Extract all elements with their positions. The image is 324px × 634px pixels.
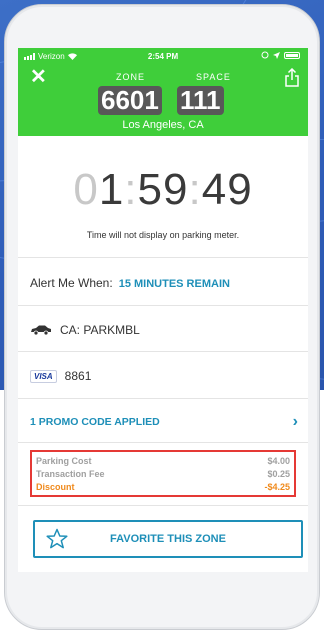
summary-label: Parking Cost bbox=[36, 456, 92, 466]
timer-hours: 1 bbox=[98, 165, 125, 214]
chevron-right-icon[interactable]: › bbox=[293, 413, 298, 431]
alert-value[interactable]: 15 MINUTES REMAIN bbox=[119, 278, 230, 290]
space-number: 111 bbox=[177, 86, 224, 115]
promo-row[interactable]: 1 PROMO CODE APPLIED › bbox=[18, 413, 308, 431]
summary-line: Parking Cost $4.00 bbox=[36, 455, 290, 468]
summary-amount: $0.25 bbox=[267, 469, 290, 479]
summary-line: Transaction Fee $0.25 bbox=[36, 468, 290, 481]
countdown-timer: 01:59:49 bbox=[18, 165, 308, 215]
favorite-zone-button[interactable]: FAVORITE THIS ZONE bbox=[33, 520, 303, 558]
promo-label: 1 PROMO CODE APPLIED bbox=[30, 416, 160, 428]
timer-colon: : bbox=[124, 165, 138, 214]
divider bbox=[18, 305, 308, 306]
zone-label: ZONE bbox=[116, 72, 146, 82]
alert-row[interactable]: Alert Me When: 15 MINUTES REMAIN bbox=[18, 276, 308, 290]
share-icon[interactable] bbox=[284, 68, 300, 88]
payment-row[interactable]: VISA 8861 bbox=[18, 369, 308, 383]
close-icon[interactable]: ✕ bbox=[30, 67, 48, 87]
divider bbox=[18, 505, 308, 506]
timer-minutes: 59 bbox=[137, 165, 189, 214]
space-label: SPACE bbox=[196, 72, 231, 82]
zone-number: 6601 bbox=[98, 86, 162, 115]
favorite-label: FAVORITE THIS ZONE bbox=[110, 533, 226, 545]
vehicle-plate: CA: PARKMBL bbox=[60, 323, 140, 337]
summary-label: Transaction Fee bbox=[36, 469, 105, 479]
summary-amount: -$4.25 bbox=[264, 482, 290, 492]
status-bar: Verizon 2:54 PM bbox=[18, 48, 308, 64]
alert-label: Alert Me When: bbox=[30, 276, 113, 290]
summary-amount: $4.00 bbox=[267, 456, 290, 466]
summary-line-discount: Discount -$4.25 bbox=[36, 481, 290, 494]
phone-chin bbox=[18, 572, 308, 622]
vehicle-row[interactable]: CA: PARKMBL bbox=[18, 323, 308, 337]
timer-seconds: 49 bbox=[201, 165, 253, 214]
timer-colon: : bbox=[188, 165, 202, 214]
timer-note: Time will not display on parking meter. bbox=[86, 230, 240, 240]
alarm-icon bbox=[261, 51, 269, 59]
car-icon bbox=[31, 325, 51, 335]
phone-screen: Verizon 2:54 PM ✕ ZONE SPACE 6601 111 Lo… bbox=[18, 48, 308, 572]
divider bbox=[18, 442, 308, 443]
divider bbox=[18, 257, 308, 258]
cost-summary: Parking Cost $4.00 Transaction Fee $0.25… bbox=[30, 450, 296, 497]
timer-leading-zero: 0 bbox=[73, 165, 99, 214]
divider bbox=[18, 351, 308, 352]
divider bbox=[18, 398, 308, 399]
summary-label: Discount bbox=[36, 482, 75, 492]
parking-header: Verizon 2:54 PM ✕ ZONE SPACE 6601 111 Lo… bbox=[18, 48, 308, 136]
battery-icon bbox=[284, 51, 300, 59]
city-label: Los Angeles, CA bbox=[122, 119, 204, 131]
visa-card-icon: VISA bbox=[30, 369, 57, 383]
card-last-four: 8861 bbox=[64, 369, 92, 383]
location-icon bbox=[273, 51, 280, 59]
